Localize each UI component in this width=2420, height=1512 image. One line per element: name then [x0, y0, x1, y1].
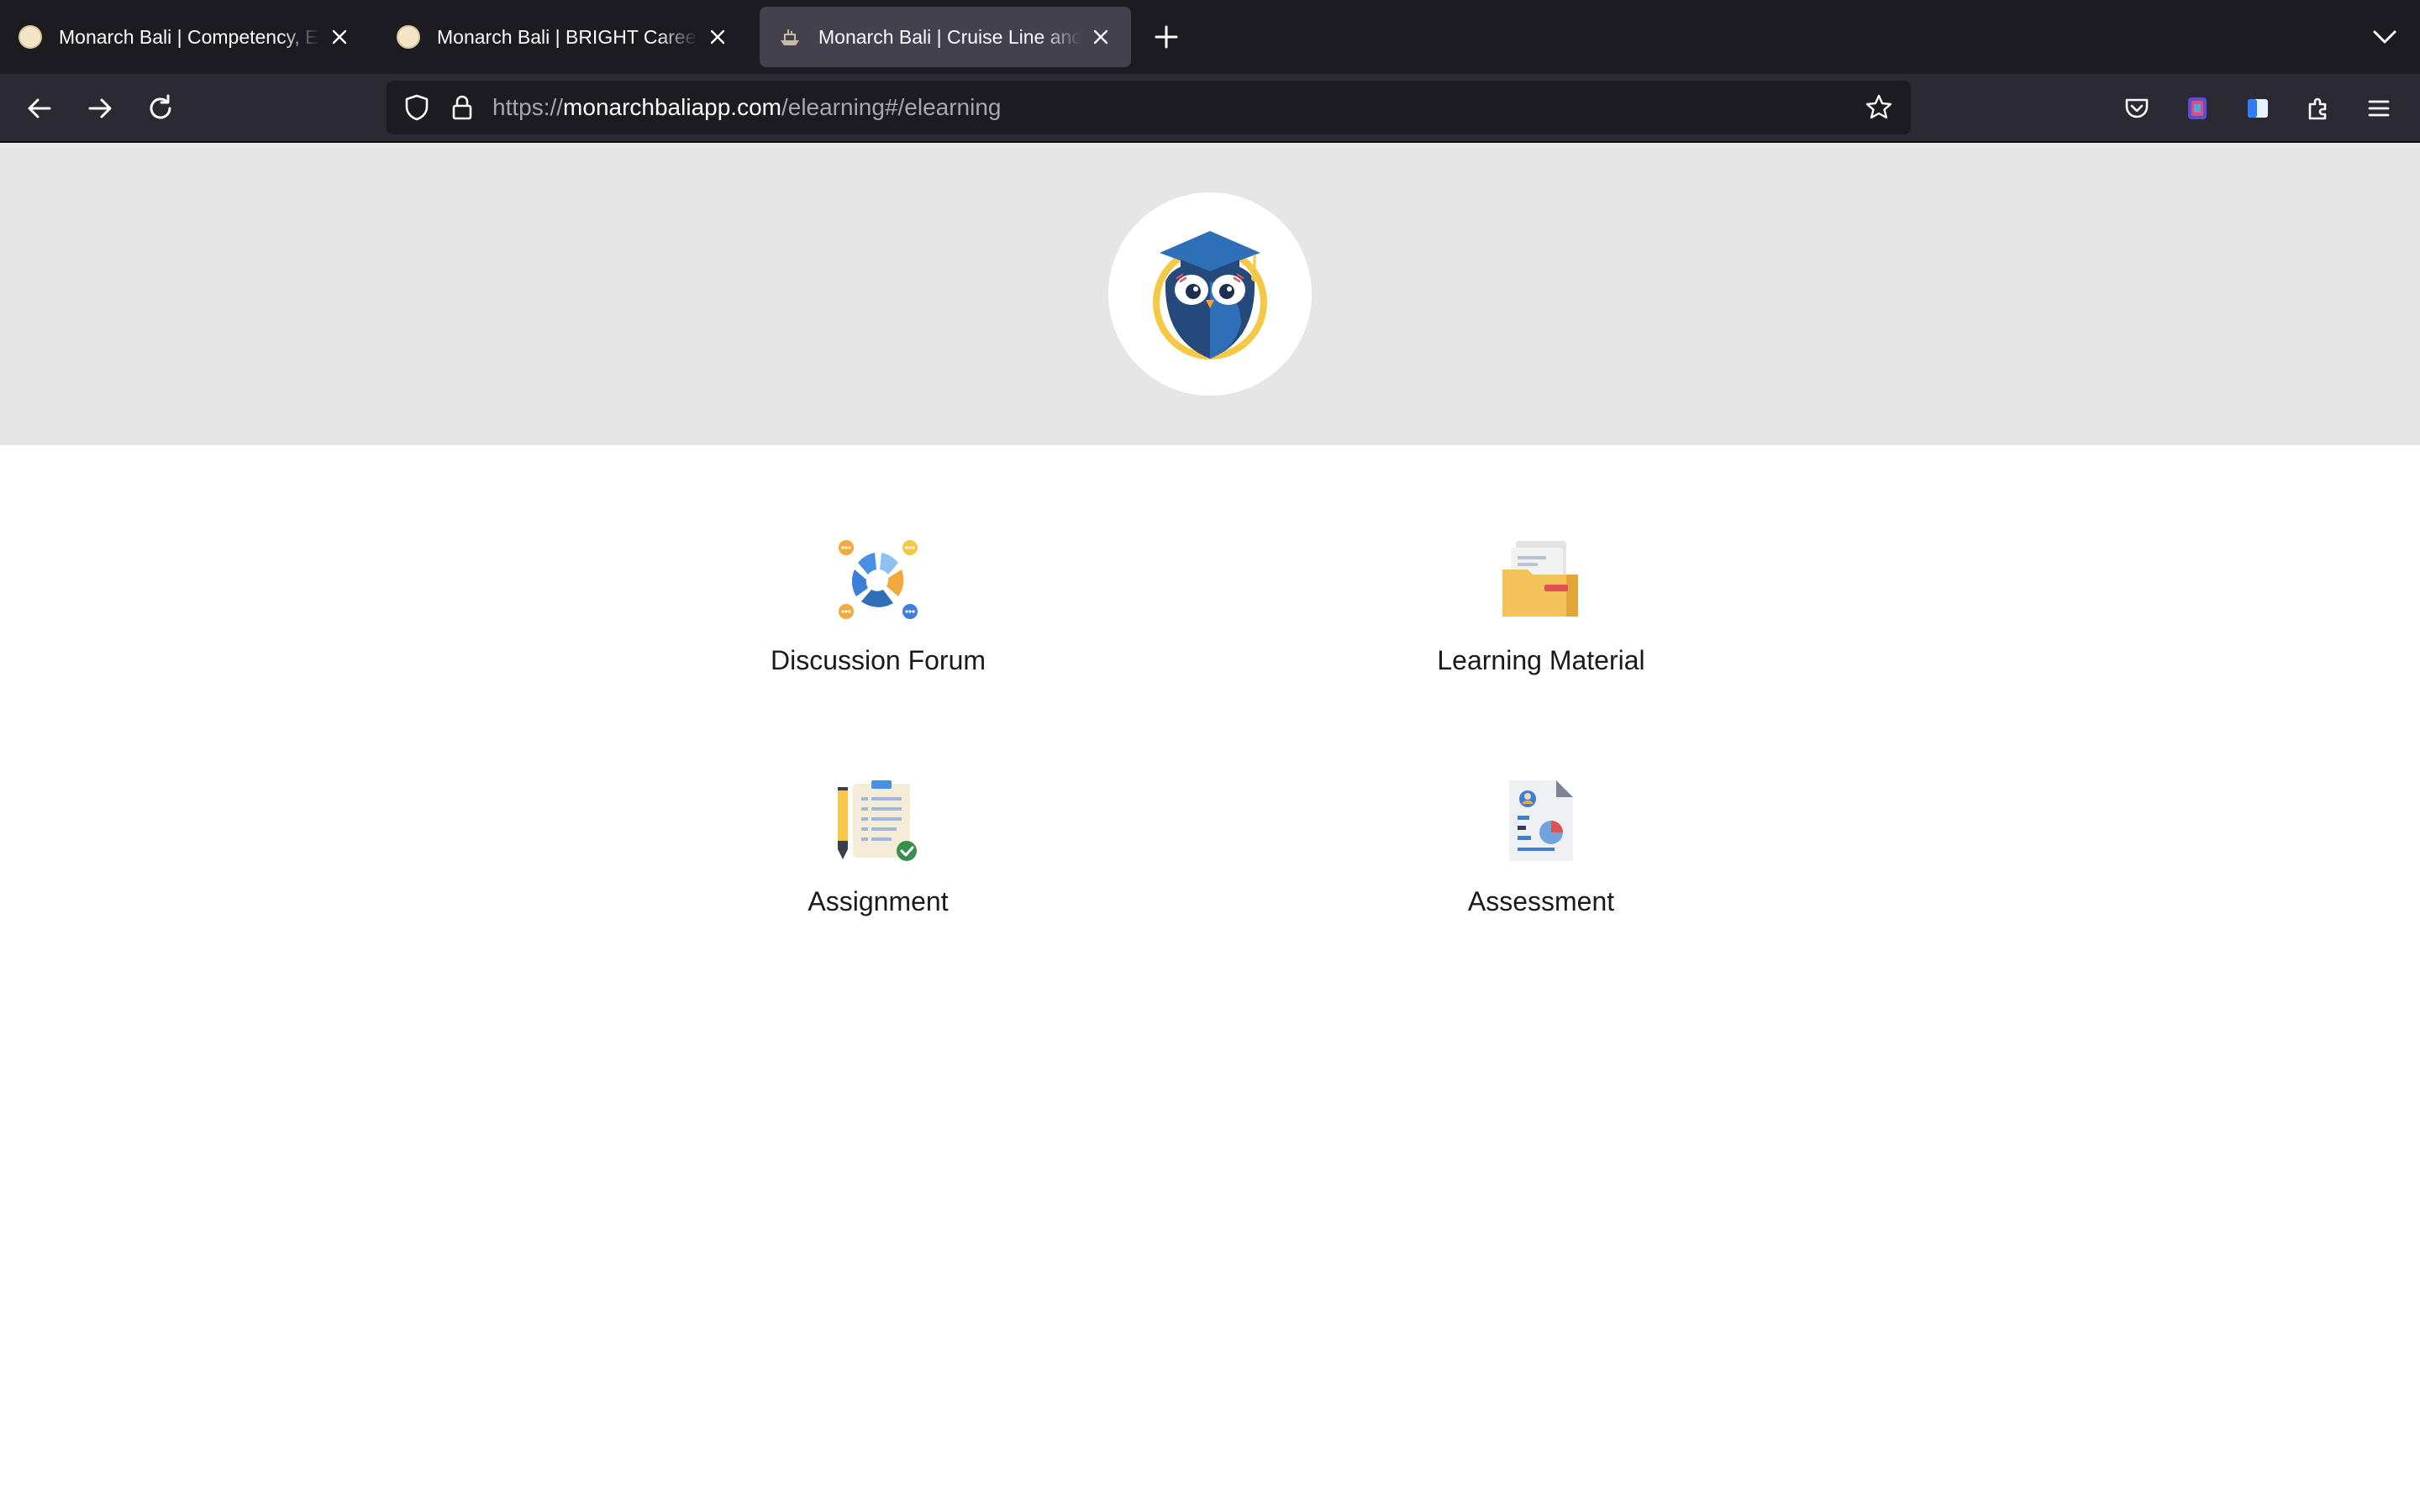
- assignment-label: Assignment: [808, 886, 949, 916]
- assignment-tile[interactable]: Assignment: [693, 777, 1063, 917]
- url-path: /elearning#/elearning: [781, 94, 1002, 120]
- extension-button[interactable]: [2178, 89, 2217, 128]
- assessment-icon: [1509, 780, 1573, 861]
- learning-material-tile[interactable]: Learning Material: [1356, 536, 1726, 676]
- tab-title: Monarch Bali | Cruise Line and Hotel: [818, 25, 1081, 48]
- tab-competency[interactable]: Monarch Bali | Competency, Entry: [0, 7, 370, 67]
- discussion-forum-tile[interactable]: Discussion Forum: [693, 536, 1063, 676]
- assignment-icon: [838, 780, 917, 861]
- reload-icon: [150, 94, 171, 119]
- app-menu-button[interactable]: [2360, 89, 2398, 128]
- reader-extension-button[interactable]: [2238, 89, 2277, 128]
- forward-button[interactable]: [81, 89, 119, 128]
- owl-favicon-icon: [18, 25, 42, 49]
- hamburger-menu-icon: [2368, 100, 2390, 117]
- address-bar[interactable]: https://monarchbaliapp.com/elearning#/el…: [387, 81, 1911, 134]
- star-icon[interactable]: [1864, 92, 1894, 123]
- sidebar-extension-icon: [2248, 99, 2268, 118]
- tab-strip: Monarch Bali | Competency, Entry Monarch…: [0, 0, 2420, 74]
- owl-favicon-icon: [397, 25, 420, 49]
- pocket-icon: [2125, 98, 2149, 118]
- arrow-left-icon: [28, 98, 51, 118]
- learning-material-label: Learning Material: [1437, 645, 1645, 675]
- close-icon[interactable]: [706, 25, 729, 49]
- arrow-right-icon: [88, 98, 112, 118]
- reload-button[interactable]: [141, 89, 180, 128]
- pocket-button[interactable]: [2118, 89, 2156, 128]
- lock-icon[interactable]: [447, 92, 477, 123]
- tab-title: Monarch Bali | BRIGHT Career Mgmt: [437, 25, 697, 48]
- url-scheme: https://: [492, 94, 564, 120]
- extension-color-icon: [2188, 97, 2207, 119]
- tab-bright-career[interactable]: Monarch Bali | BRIGHT Career Mgmt: [378, 7, 748, 67]
- close-icon[interactable]: [1089, 25, 1113, 49]
- url-host: monarchbaliapp.com: [563, 94, 781, 120]
- puzzle-icon: [2308, 97, 2327, 120]
- folder-icon: [1502, 541, 1578, 617]
- shield-icon[interactable]: [402, 92, 432, 123]
- back-button[interactable]: [20, 89, 59, 128]
- assessment-tile[interactable]: Assessment: [1356, 777, 1726, 917]
- owl-graduate-logo: [1153, 231, 1267, 360]
- tab-cruise-line[interactable]: Monarch Bali | Cruise Line and Hotel: [760, 7, 1131, 67]
- logo: [1108, 192, 1312, 396]
- ship-favicon-icon: [781, 29, 799, 45]
- assessment-label: Assessment: [1467, 886, 1615, 916]
- extensions-button[interactable]: [2299, 89, 2338, 128]
- discussion-forum-icon: [839, 540, 918, 619]
- discussion-forum-label: Discussion Forum: [770, 645, 986, 675]
- url-text[interactable]: https://monarchbaliapp.com/elearning#/el…: [492, 81, 1002, 134]
- new-tab-icon[interactable]: [1150, 20, 1183, 54]
- tab-title: Monarch Bali | Competency, Entry: [59, 25, 319, 48]
- close-icon[interactable]: [328, 25, 351, 49]
- chevron-down-icon[interactable]: [2368, 20, 2402, 54]
